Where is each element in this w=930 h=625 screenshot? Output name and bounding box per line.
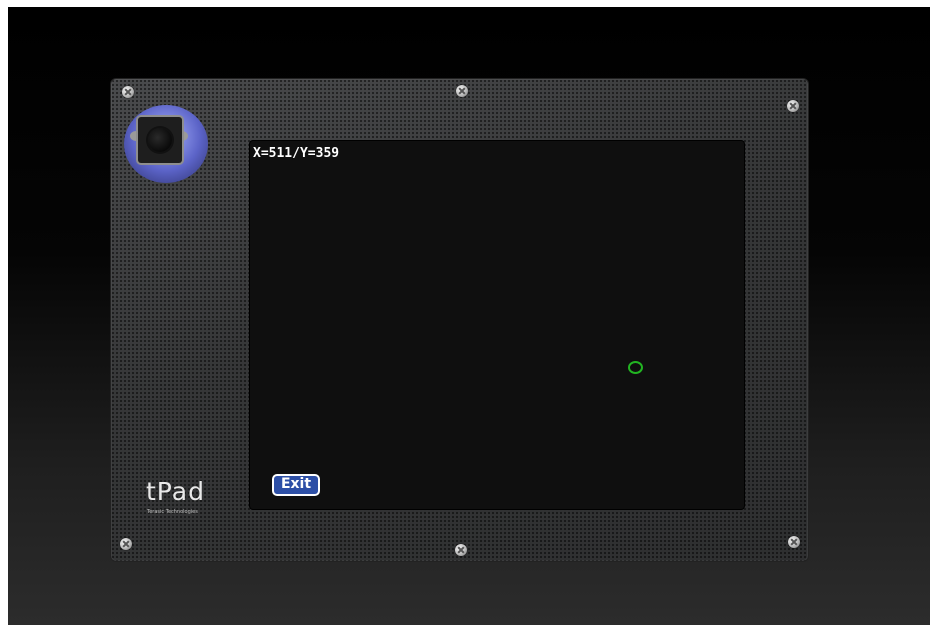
screw-icon: [788, 536, 800, 548]
exit-button[interactable]: Exit: [272, 474, 320, 496]
brand-company-text: Terasic Technologies: [147, 509, 198, 515]
brand-logo-text: tPad: [146, 477, 205, 506]
camera-lens: [148, 128, 172, 152]
screw-icon: [122, 86, 134, 98]
touch-screen[interactable]: X=511/Y=359 Exit: [250, 141, 744, 509]
screw-icon: [456, 85, 468, 97]
touch-coordinates-readout: X=511/Y=359: [253, 146, 340, 161]
touch-point-circle-icon: [628, 361, 643, 374]
screw-icon: [455, 544, 467, 556]
screw-icon: [787, 100, 799, 112]
webcam-icon: [124, 105, 208, 183]
screw-icon: [120, 538, 132, 550]
camera-body: [138, 117, 182, 163]
